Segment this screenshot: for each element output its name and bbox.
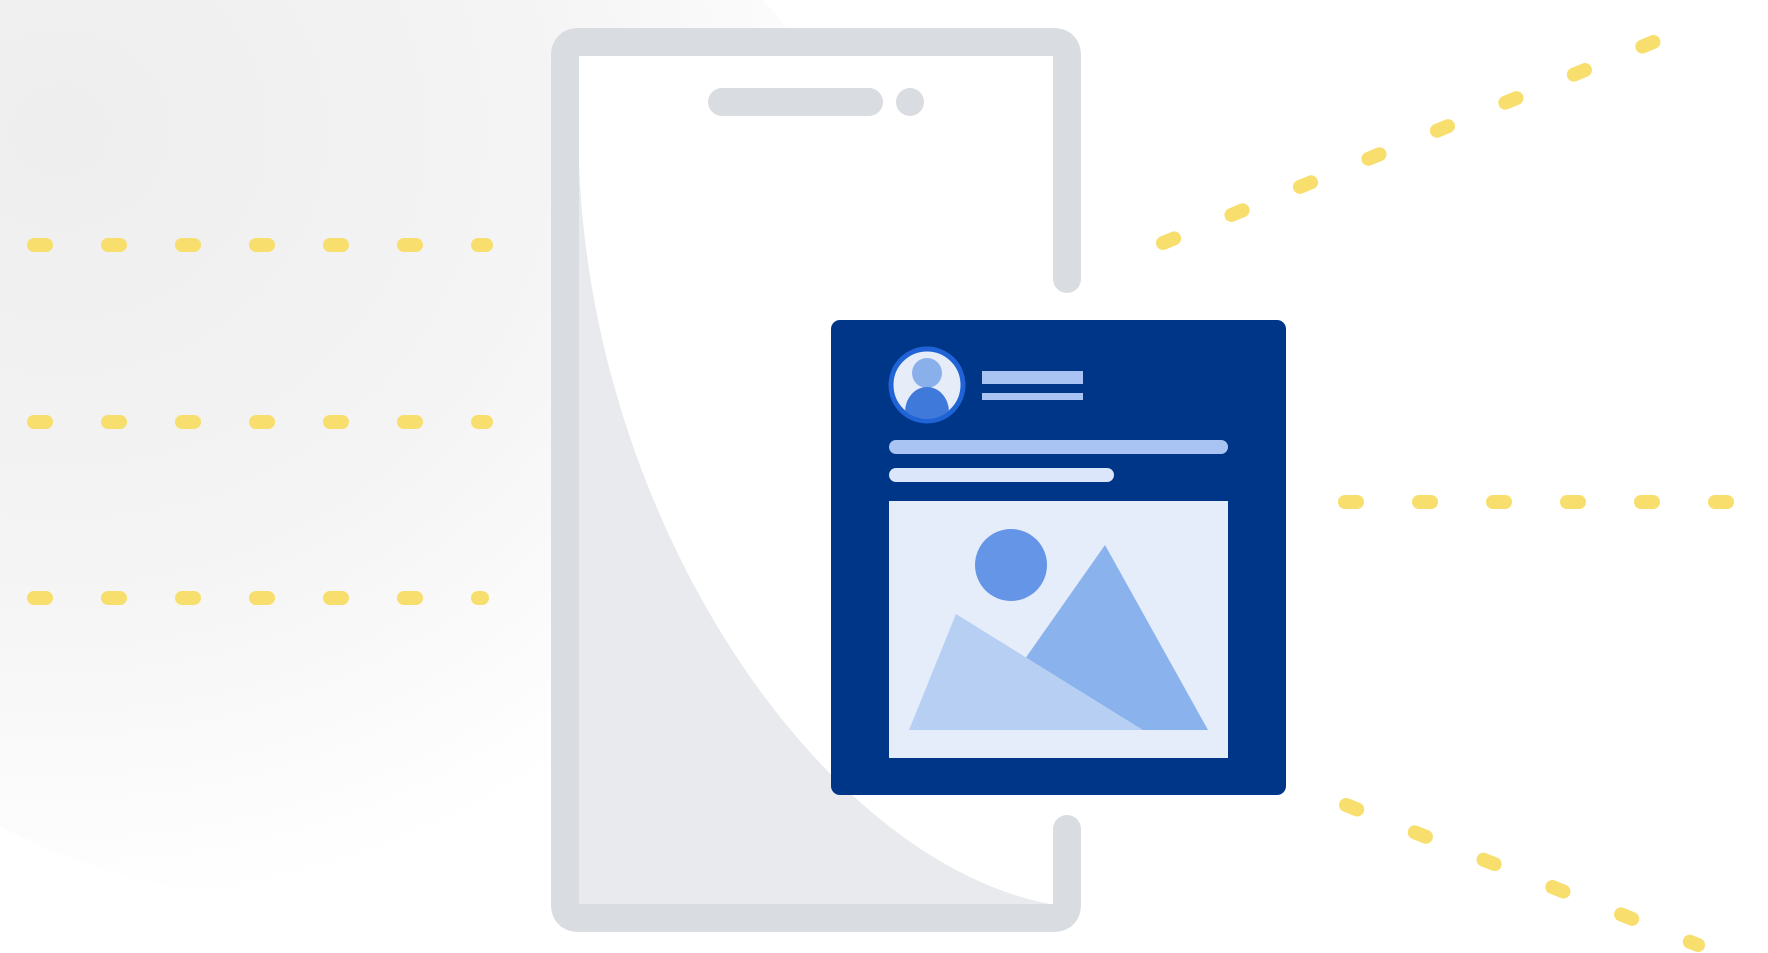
left-motion-lines (27, 238, 493, 605)
post-card (831, 320, 1286, 795)
right-motion-line-1 (1156, 20, 1697, 250)
illustration-svg (27, 20, 1768, 952)
right-motion-line-3 (1339, 798, 1705, 952)
phone-camera (896, 88, 924, 116)
image-sun (975, 529, 1047, 601)
post-meta-line (982, 393, 1083, 400)
post-name-line (982, 371, 1083, 384)
illustration (0, 0, 1768, 953)
image-placeholder-icon (889, 501, 1228, 758)
